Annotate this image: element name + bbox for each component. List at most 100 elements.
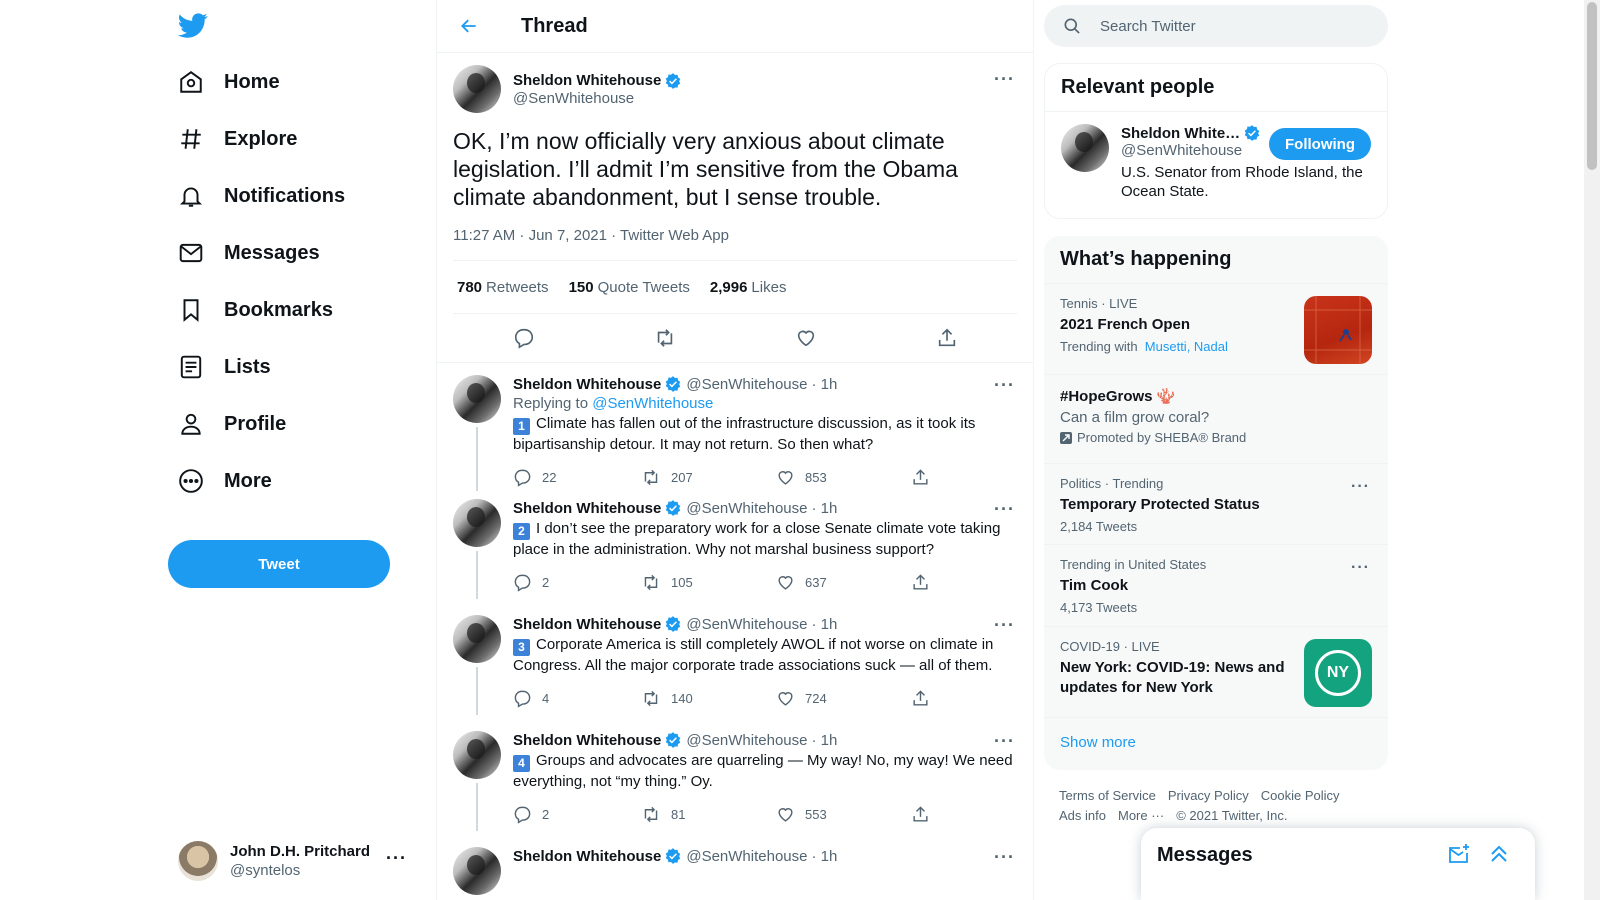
like-icon[interactable] [789,321,823,355]
tweet-button[interactable]: Tweet [168,540,390,588]
author-handle[interactable]: @SenWhitehouse [686,376,807,393]
author-name[interactable]: Sheldon Whitehouse [513,848,661,865]
likes-stat[interactable]: 2,996 Likes [710,279,787,296]
author-handle[interactable]: @SenWhitehouse [686,848,807,865]
more-options-icon[interactable]: ··· [994,615,1015,636]
account-handle: @syntelos [230,862,301,879]
verified-badge-icon [1243,124,1261,142]
share-icon[interactable] [911,689,940,708]
promoted-trend-item[interactable]: #HopeGrows 🪸 Can a film grow coral? Prom… [1044,374,1388,463]
more-options-icon[interactable]: ··· [994,375,1015,396]
footer-privacy[interactable]: Privacy Policy [1168,788,1249,803]
more-options-icon[interactable]: ··· [994,731,1015,752]
tweet-time[interactable]: · 1h [811,500,837,517]
trend-item[interactable]: Politics · Trending Temporary Protected … [1044,463,1388,544]
expand-dock-icon[interactable] [1487,842,1511,871]
footer-ads-info[interactable]: Ads info [1059,808,1106,823]
nav-more[interactable]: More [178,457,272,505]
scrollbar-thumb[interactable] [1587,2,1597,170]
like-action[interactable]: 637 [776,573,911,592]
back-arrow-icon[interactable] [451,8,487,44]
likes-count: 2,996 [709,278,748,296]
author-name[interactable]: Sheldon Whitehouse [513,72,661,89]
trend-more-icon[interactable]: ··· [1351,559,1370,577]
avatar[interactable] [453,731,501,779]
retweet-action[interactable]: 140 [641,689,776,708]
nav-home[interactable]: Home [178,58,280,106]
reply-tweet[interactable]: Sheldon Whitehouse @SenWhitehouse · 1h ·… [437,827,1033,895]
show-more-link[interactable]: Show more [1044,717,1388,767]
like-action[interactable]: 724 [776,689,911,708]
trend-item[interactable]: Trending in United States Tim Cook 4,173… [1044,544,1388,626]
avatar[interactable] [453,847,501,895]
tweet-actions [453,314,1017,362]
avatar[interactable] [1061,124,1109,172]
page-scrollbar[interactable] [1584,0,1600,900]
nav-bookmarks[interactable]: Bookmarks [178,286,333,334]
replying-to-link[interactable]: @SenWhitehouse [592,395,713,412]
trend-item[interactable]: COVID-19 · LIVE New York: COVID-19: News… [1044,626,1388,717]
retweets-stat[interactable]: 780 Retweets [457,279,549,296]
tweet-time[interactable]: · 1h [811,376,837,393]
author-name[interactable]: Sheldon Whitehouse [513,376,661,393]
reply-tweet[interactable]: Sheldon Whitehouse @SenWhitehouse · 1h 4… [437,711,1033,831]
author-handle[interactable]: @SenWhitehouse [686,616,807,633]
author-name[interactable]: Sheldon Whitehouse [513,500,661,517]
tweet-timestamp[interactable]: 11:27 AM · Jun 7, 2021 · Twitter Web App [453,227,1017,261]
share-icon[interactable] [930,321,964,355]
author-name[interactable]: Sheldon Whitehouse [513,732,661,749]
more-options-icon[interactable]: ··· [994,499,1015,520]
nav-lists[interactable]: Lists [178,343,271,391]
reply-action[interactable]: 4 [513,689,641,708]
following-button[interactable]: Following [1269,128,1371,160]
nav-profile[interactable]: Profile [178,400,286,448]
footer-more[interactable]: More ··· [1118,808,1164,823]
reply-icon[interactable] [507,321,541,355]
twitter-bird-icon[interactable] [177,10,208,40]
retweet-count: 81 [671,806,686,822]
tweet-time[interactable]: · 1h [811,616,837,633]
hashtag-icon [178,126,204,152]
relevant-person[interactable]: Sheldon White… @SenWhitehouse U.S. Senat… [1045,111,1387,213]
avatar[interactable] [453,615,501,663]
avatar[interactable] [453,65,501,113]
trend-item[interactable]: Tennis · LIVE 2021 French Open Trending … [1044,283,1388,374]
footer-terms[interactable]: Terms of Service [1059,788,1156,803]
trend-sub-links[interactable]: Musetti, Nadal [1145,339,1228,354]
author-name[interactable]: Sheldon Whitehouse [513,616,661,633]
reply-tweet[interactable]: Sheldon Whitehouse @SenWhitehouse · 1h 3… [437,595,1033,715]
trend-more-icon[interactable]: ··· [1351,478,1370,496]
person-name[interactable]: Sheldon White… [1121,125,1240,142]
more-options-icon[interactable]: ··· [994,847,1015,868]
new-message-icon[interactable] [1447,842,1471,871]
reply-tweet[interactable]: Sheldon Whitehouse @SenWhitehouse · 1h 2… [437,479,1033,599]
reply-tweet[interactable]: Sheldon Whitehouse @SenWhitehouse · 1h R… [437,363,1033,491]
retweet-icon[interactable] [648,321,682,355]
account-switcher[interactable]: John D.H. Pritchard @syntelos ··· [178,836,413,886]
quote-tweets-stat[interactable]: 150 Quote Tweets [569,279,690,296]
retweet-action[interactable]: 105 [641,573,776,592]
reply-action[interactable]: 2 [513,573,641,592]
author-handle[interactable]: @SenWhitehouse [513,90,682,107]
messages-dock[interactable]: Messages [1141,828,1535,900]
like-action[interactable]: 553 [776,805,911,824]
share-icon[interactable] [911,805,940,824]
more-options-icon[interactable]: ··· [994,69,1015,90]
tweet-time[interactable]: · 1h [811,732,837,749]
nav-messages[interactable]: Messages [178,229,320,277]
tweet-time[interactable]: · 1h [811,848,837,865]
share-icon[interactable] [911,573,940,592]
avatar[interactable] [453,499,501,547]
avatar[interactable] [453,375,501,423]
left-nav: Home Explore Notifications Messages Book… [168,0,426,900]
author-handle[interactable]: @SenWhitehouse [686,500,807,517]
nav-notifications[interactable]: Notifications [178,172,345,220]
footer-cookie[interactable]: Cookie Policy [1261,788,1340,803]
account-more-icon[interactable]: ··· [386,848,407,869]
retweet-action[interactable]: 81 [641,805,776,824]
nav-explore[interactable]: Explore [178,115,297,163]
search-input[interactable] [1100,17,1360,35]
reply-action[interactable]: 2 [513,805,641,824]
author-handle[interactable]: @SenWhitehouse [686,732,807,749]
search-bar[interactable] [1044,5,1388,47]
